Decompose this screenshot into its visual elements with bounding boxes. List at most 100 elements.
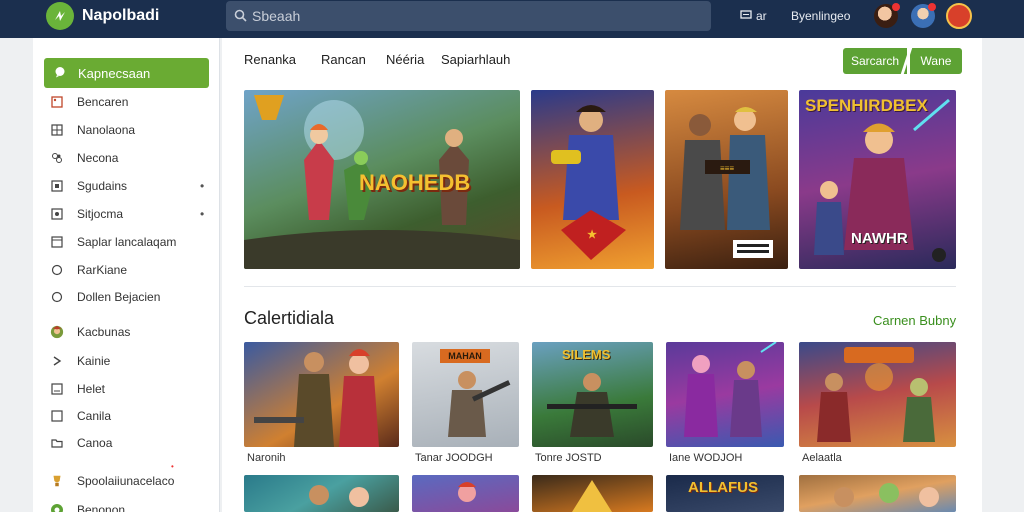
expand-dot-icon[interactable]: •	[200, 207, 204, 221]
puzzle-icon	[50, 151, 64, 165]
tab-4[interactable]: Sapiarhlauh	[441, 52, 510, 67]
notification-dot: •	[171, 462, 174, 471]
game-card-caption: Iane WODJOH	[669, 452, 743, 464]
chat-bubble-icon	[54, 66, 66, 81]
game-card-7[interactable]	[412, 475, 519, 512]
sidebar-item-label: Kapnecsaan	[78, 65, 151, 81]
sidebar-item-12[interactable]: Canila	[50, 409, 111, 423]
featured-game-subtitle: NAWHR	[851, 230, 908, 247]
sidebar-item-active[interactable]: Kapnecsaan	[44, 58, 209, 88]
sidebar-item-label: Bencaren	[77, 95, 129, 109]
folder-icon	[50, 436, 64, 450]
section-see-all-link[interactable]: Carnen Bubny	[873, 313, 956, 328]
section-title: Calertidiala	[244, 308, 335, 328]
sidebar-item-label: Helet	[77, 382, 106, 396]
game-card-caption: Aelaatla	[802, 452, 842, 464]
sidebar-item-8[interactable]: Dollen Bejacien	[50, 290, 160, 304]
game-card-4[interactable]	[666, 342, 784, 447]
sidebar-item-label: Kainie	[77, 354, 111, 368]
circle-icon	[50, 263, 64, 277]
tab-1[interactable]: Renanka	[244, 52, 296, 67]
game-card-6[interactable]	[244, 475, 399, 512]
sidebar-item-4[interactable]: Sgudains	[50, 179, 127, 193]
game-card-title: ALLAFUS	[688, 479, 758, 496]
wane-button[interactable]: Wane	[910, 48, 962, 74]
search-button[interactable]: Sarcarch	[843, 48, 907, 74]
notification-dot	[892, 3, 900, 11]
game-card-2[interactable]: MAHAN	[412, 342, 519, 447]
tab-3[interactable]: Nééria	[386, 52, 424, 67]
chevron-icon	[50, 354, 64, 368]
game-card-9[interactable]: ALLAFUS	[666, 475, 784, 512]
topbar-action-a-label: ar	[756, 9, 767, 23]
green-circle-icon	[50, 503, 64, 512]
sidebar-item-label: RarKiane	[77, 263, 128, 277]
sidebar-item-label: Spoolaiiunacelaco	[77, 474, 175, 488]
section-divider	[244, 286, 956, 287]
sidebar-item-label: Saplar lancalaqam	[77, 235, 177, 249]
sidebar-item-13[interactable]: Canoa	[50, 436, 112, 450]
image-icon	[50, 95, 64, 109]
sidebar-item-14[interactable]: Spoolaiiunacelaco	[50, 474, 174, 488]
featured-game-card-3[interactable]: ≡≡≡	[665, 90, 788, 269]
game-card-3[interactable]: SILEMS	[532, 342, 653, 447]
top-bar: Napolbadi ar Byenlingeo	[0, 0, 1024, 38]
notification-dot	[928, 3, 936, 11]
sidebar-item-1[interactable]: Bencaren	[50, 95, 128, 109]
sidebar-item-11[interactable]: Helet	[50, 382, 105, 396]
tab-2[interactable]: Rancan	[321, 52, 366, 67]
sidebar-item-label: Sgudains	[77, 179, 128, 193]
grid-icon	[50, 123, 64, 137]
app-name[interactable]: Napolbadi	[82, 7, 159, 25]
svg-text:≡≡≡: ≡≡≡	[720, 164, 734, 173]
sidebar-item-label: Necona	[77, 151, 119, 165]
sidebar-item-label: Nanolaona	[77, 123, 136, 137]
trophy-icon	[50, 474, 64, 488]
sidebar-item-label: Benonon	[77, 503, 126, 512]
search-bar[interactable]	[226, 1, 711, 31]
square-icon	[50, 409, 64, 423]
sidebar: Kapnecsaan Bencaren Nanolaona Necona Sgu…	[33, 38, 220, 512]
sidebar-item-9[interactable]: Kacbunas	[50, 325, 130, 339]
display-icon	[740, 9, 752, 23]
sidebar-item-5[interactable]: Sitjocma	[50, 207, 123, 221]
game-avatar-icon	[50, 325, 64, 339]
circle-icon	[50, 290, 64, 304]
topbar-action-b[interactable]: Byenlingeo	[791, 9, 850, 23]
sidebar-item-3[interactable]: Necona	[50, 151, 118, 165]
topbar-action-a[interactable]: ar	[740, 9, 767, 23]
game-card-caption: Tanar JOODGH	[415, 452, 493, 464]
main-content: Renanka Rancan Nééria Sapiarhlauh Sarcar…	[222, 38, 982, 512]
sidebar-item-2[interactable]: Nanolaona	[50, 123, 135, 137]
featured-game-title: NAOHEDB	[359, 170, 471, 195]
game-card-title: MAHAN	[440, 349, 490, 363]
sidebar-item-label: Kacbunas	[77, 325, 131, 339]
square-icon	[50, 207, 64, 221]
square-icon	[50, 179, 64, 193]
featured-game-card-4[interactable]: SPENHIRDBEX NAWHR	[799, 90, 956, 269]
sidebar-item-15[interactable]: Benonon	[50, 503, 125, 512]
game-card-10[interactable]	[799, 475, 956, 512]
square-icon	[50, 382, 64, 396]
sidebar-item-label: Canoa	[77, 436, 113, 450]
game-card-8[interactable]	[532, 475, 653, 512]
user-avatar[interactable]	[946, 3, 972, 29]
sidebar-item-label: Dollen Bejacien	[77, 290, 161, 304]
game-card-title: SILEMS	[562, 347, 611, 362]
featured-game-card-2[interactable]: ★	[531, 90, 654, 269]
app-logo-icon[interactable]	[46, 2, 74, 30]
expand-dot-icon[interactable]: •	[200, 179, 204, 193]
featured-game-title: SPENHIRDBEX	[805, 96, 928, 115]
sidebar-item-10[interactable]: Kainie	[50, 354, 110, 368]
sidebar-item-7[interactable]: RarKiane	[50, 263, 127, 277]
window-icon	[50, 235, 64, 249]
featured-game-card-1[interactable]: NAOHEDB	[244, 90, 520, 269]
game-card-1[interactable]	[244, 342, 399, 447]
game-card-5[interactable]	[799, 342, 956, 447]
game-card-caption: Tonre JOSTD	[535, 452, 602, 464]
sidebar-item-6[interactable]: Saplar lancalaqam	[50, 235, 176, 249]
sidebar-item-label: Canila	[77, 409, 112, 423]
sidebar-item-label: Sitjocma	[77, 207, 124, 221]
search-input[interactable]	[252, 1, 692, 31]
svg-text:★: ★	[587, 229, 597, 241]
